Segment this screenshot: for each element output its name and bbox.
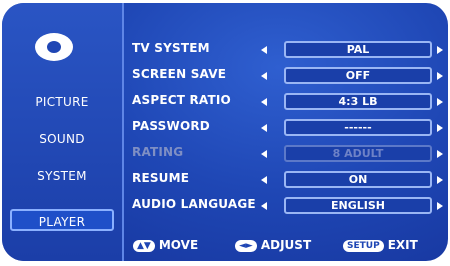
triangle-right-icon[interactable] xyxy=(437,72,443,80)
sidebar-item-system[interactable]: SYSTEM xyxy=(2,169,122,183)
aspect-ratio-value[interactable]: 4:3 LB xyxy=(284,93,432,110)
footer-adjust-hint: ◄► ADJUST xyxy=(235,238,311,252)
rating-value: 8 ADULT xyxy=(284,145,432,162)
triangle-left-icon[interactable] xyxy=(261,72,267,80)
tv-system-value[interactable]: PAL xyxy=(284,41,432,58)
triangle-left-icon[interactable] xyxy=(261,98,267,106)
footer-adjust-label: ADJUST xyxy=(260,238,312,252)
setup-menu-screen: PICTURE SOUND SYSTEM PLAYER TV SYSTEM PA… xyxy=(2,3,448,261)
triangle-left-icon[interactable] xyxy=(261,176,267,184)
screen-save-value[interactable]: OFF xyxy=(284,67,432,84)
setup-key-icon: SETUP xyxy=(343,239,384,252)
triangle-right-icon[interactable] xyxy=(437,46,443,54)
setting-label-aspect-ratio: ASPECT RATIO xyxy=(132,93,231,107)
triangle-left-icon[interactable] xyxy=(261,124,267,132)
footer-move-label: MOVE xyxy=(158,238,199,252)
sidebar-item-sound[interactable]: SOUND xyxy=(2,132,122,146)
setting-label-rating: RATING xyxy=(132,145,184,159)
sidebar-item-label: PLAYER xyxy=(38,215,86,229)
footer-move-hint: ▲▼ MOVE xyxy=(133,238,198,252)
setting-label-password: PASSWORD xyxy=(132,119,210,133)
password-value[interactable]: ------ xyxy=(284,119,432,136)
triangle-right-icon[interactable] xyxy=(437,124,443,132)
footer-exit-label: EXIT xyxy=(387,238,418,252)
sidebar-divider xyxy=(122,3,124,261)
triangle-right-icon[interactable] xyxy=(437,98,443,106)
sidebar-item-player[interactable]: PLAYER xyxy=(10,209,114,231)
triangle-left-icon xyxy=(261,150,267,158)
triangle-left-icon[interactable] xyxy=(261,202,267,210)
triangle-left-icon[interactable] xyxy=(261,46,267,54)
setting-label-screen-save: SCREEN SAVE xyxy=(132,67,227,81)
audio-language-value[interactable]: ENGLISH xyxy=(284,197,432,214)
resume-value[interactable]: ON xyxy=(284,171,432,188)
setting-label-resume: RESUME xyxy=(132,171,190,185)
triangle-right-icon[interactable] xyxy=(437,176,443,184)
setting-label-audio-language: AUDIO LANGUAGE xyxy=(132,197,256,211)
sidebar-item-label: SOUND xyxy=(39,132,85,146)
left-right-key-icon: ◄► xyxy=(235,239,257,252)
circle-logo-icon xyxy=(35,33,73,61)
triangle-right-icon xyxy=(437,150,443,158)
sidebar-item-label: PICTURE xyxy=(35,95,89,109)
sidebar-item-label: SYSTEM xyxy=(37,169,87,183)
up-down-key-icon: ▲▼ xyxy=(133,239,155,252)
triangle-right-icon[interactable] xyxy=(437,202,443,210)
sidebar: PICTURE SOUND SYSTEM PLAYER xyxy=(2,3,122,261)
footer-exit-hint: SETUP EXIT xyxy=(343,238,418,252)
setting-label-tv-system: TV SYSTEM xyxy=(132,41,210,55)
sidebar-item-picture[interactable]: PICTURE xyxy=(2,95,122,109)
